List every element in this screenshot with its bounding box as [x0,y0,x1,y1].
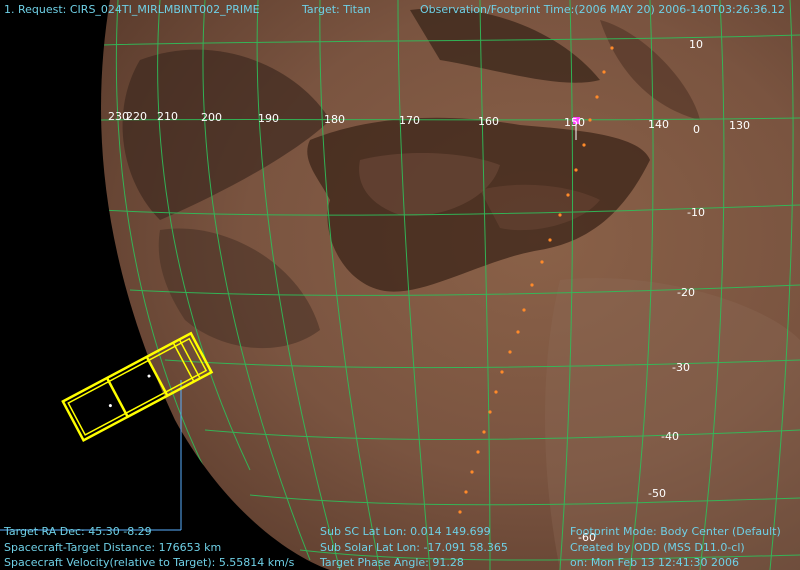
longitude-label: 200 [201,111,222,124]
track-dot [500,370,504,374]
track-dot [482,430,486,434]
track-dot [574,168,578,172]
track-dot [488,410,492,414]
track-dot [458,510,462,514]
footer-right-line-2: Created by ODD (MSS D11.0-cl) [570,541,745,554]
longitude-label: 0 [693,123,700,136]
track-dot [508,350,512,354]
latitude-label: -20 [677,286,695,299]
track-dot [530,283,534,287]
footer-right-line-1: Footprint Mode: Body Center (Default) [570,525,781,538]
track-dot [558,213,562,217]
track-dot [588,118,592,122]
target-label: Target: Titan [302,3,371,16]
track-dot [540,260,544,264]
longitude-label: 170 [399,114,420,127]
longitude-label: 130 [729,119,750,132]
latitude-label: -10 [687,206,705,219]
track-dot [494,390,498,394]
latitude-label: -30 [672,361,690,374]
track-dot [602,70,606,74]
track-dot [516,330,520,334]
track-dot [595,95,599,99]
footer-left-line-1: Target RA Dec: 45.30 -8.29 [4,525,152,538]
longitude-label: 210 [157,110,178,123]
track-dot [582,143,586,147]
track-dot [522,308,526,312]
longitude-label: 180 [324,113,345,126]
latitude-label: -50 [648,487,666,500]
longitude-label: 160 [478,115,499,128]
footer-left-line-2: Spacecraft-Target Distance: 176653 km [4,541,222,554]
longitude-label: 140 [648,118,669,131]
longitude-label: 220 [126,110,147,123]
track-dot [476,450,480,454]
track-dot [610,46,614,50]
footer-right-line-3: on: Mon Feb 13 12:41:30 2006 [570,556,739,569]
footer-left-line-3: Spacecraft Velocity(relative to Target):… [4,556,295,569]
titan-map-viewport: 230220 210 200 190 180 170 160 150 140 0 130 10-10… [0,0,800,570]
footer-middle-line-2: Sub Solar Lat Lon: -17.091 58.365 [320,541,508,554]
track-dot [548,238,552,242]
track-dot [470,470,474,474]
longitude-label: 150 [564,116,585,129]
track-dot [566,193,570,197]
longitude-label: 190 [258,112,279,125]
footer-middle-line-3: Target Phase Angle: 91.28 [320,556,464,569]
observation-time-label: Observation/Footprint Time:(2006 MAY 20)… [420,3,785,16]
track-dot [464,490,468,494]
request-label: 1. Request: CIRS_024TI_MIRLMBINT002_PRIM… [4,3,260,16]
footer-middle-line-1: Sub SC Lat Lon: 0.014 149.699 [320,525,491,538]
latitude-label: 10 [689,38,703,51]
latitude-label: -40 [661,430,679,443]
